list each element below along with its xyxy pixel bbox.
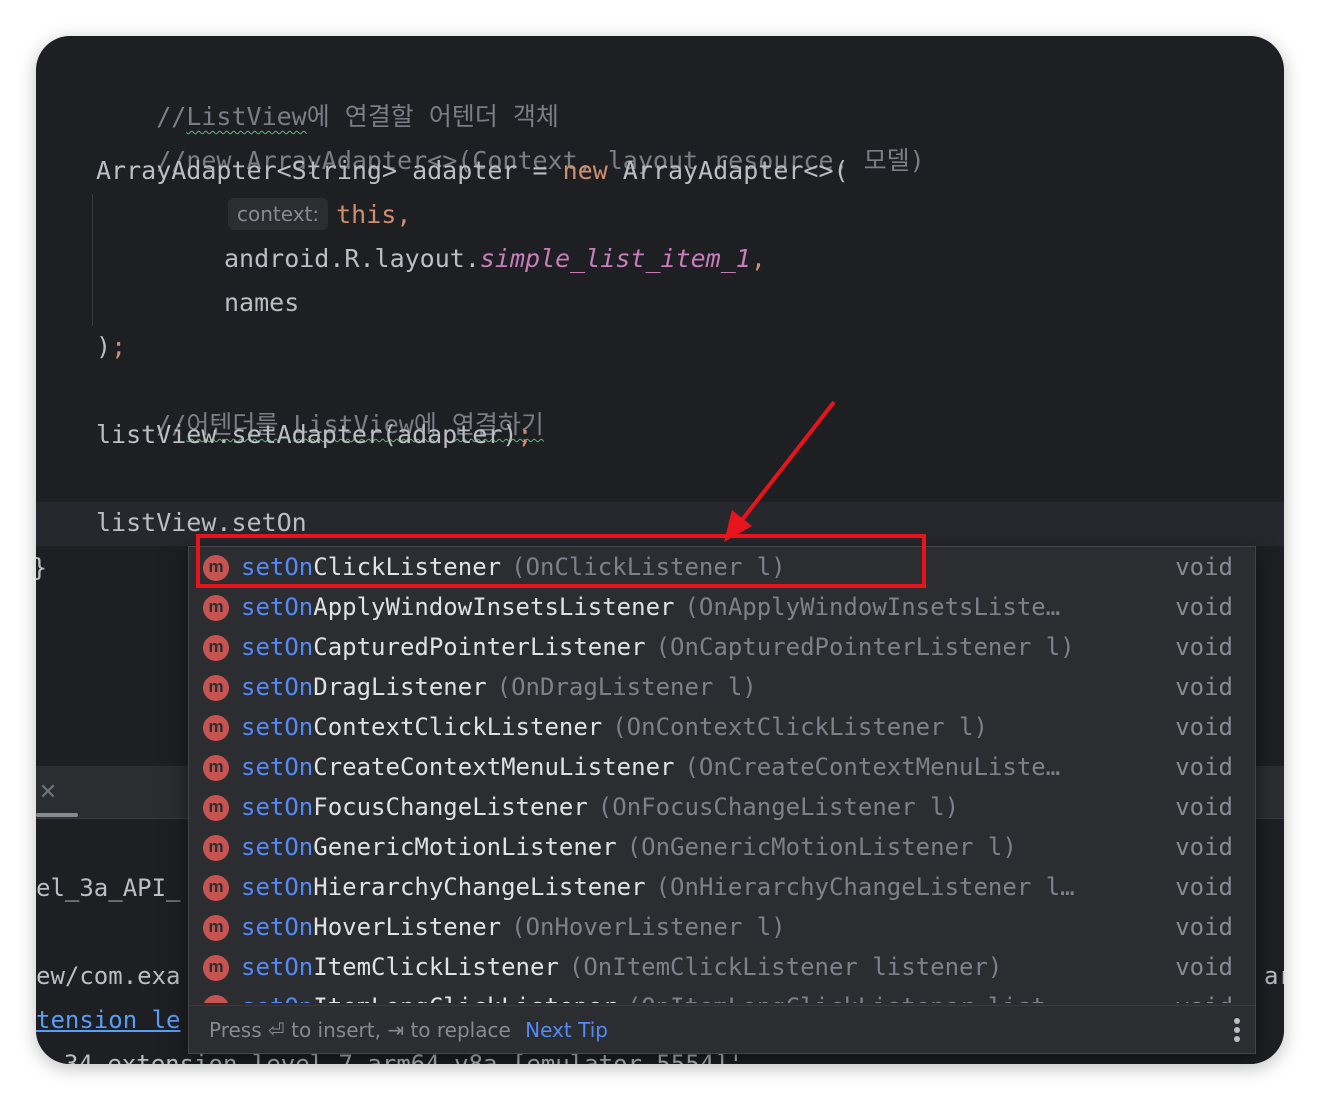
arrow-annotation	[724, 400, 836, 542]
arrow-shaft	[740, 400, 836, 522]
